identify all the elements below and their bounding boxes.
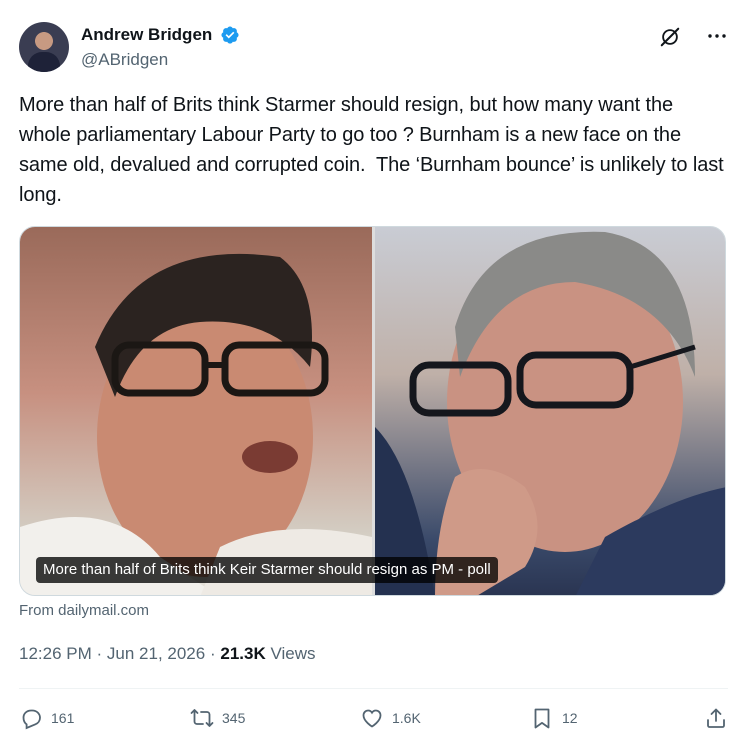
right-portrait-image bbox=[375, 231, 725, 595]
link-card[interactable]: More than half of Brits think Keir Starm… bbox=[19, 226, 726, 596]
tweet-date[interactable]: Jun 21, 2026 bbox=[107, 644, 205, 663]
reply-button[interactable]: 161 bbox=[19, 704, 74, 732]
share-icon bbox=[707, 708, 725, 728]
repost-button[interactable]: 345 bbox=[190, 704, 245, 732]
tweet-text: More than half of Brits think Starmer sh… bbox=[19, 94, 730, 206]
views-label: Views bbox=[270, 644, 316, 663]
action-bar: 161 345 1.6K 12 bbox=[19, 704, 728, 732]
card-caption: More than half of Brits think Keir Starm… bbox=[36, 557, 498, 583]
author-handle[interactable]: @ABridgen bbox=[81, 49, 240, 71]
like-count: 1.6K bbox=[392, 710, 421, 726]
tweet-time[interactable]: 12:26 PM bbox=[19, 644, 92, 663]
divider bbox=[19, 688, 728, 689]
bookmark-button[interactable]: 12 bbox=[530, 704, 578, 732]
meta-separator: · bbox=[96, 644, 103, 663]
share-button[interactable] bbox=[704, 704, 728, 732]
tweet-header: Andrew Bridgen @ABridgen bbox=[19, 22, 733, 74]
card-source[interactable]: From dailymail.com bbox=[19, 602, 149, 619]
grok-icon[interactable] bbox=[659, 26, 681, 48]
reply-icon bbox=[22, 709, 41, 730]
repost-icon bbox=[190, 709, 214, 727]
like-button[interactable]: 1.6K bbox=[360, 704, 421, 732]
repost-count: 345 bbox=[222, 710, 246, 726]
bookmark-count: 12 bbox=[562, 710, 578, 726]
meta-separator: · bbox=[209, 644, 216, 663]
tweet-meta: 12:26 PM · Jun 21, 2026 · 21.3K Views bbox=[19, 644, 316, 664]
views-count: 21.3K bbox=[220, 644, 266, 663]
card-photo-right bbox=[375, 227, 725, 595]
bookmark-icon bbox=[534, 708, 550, 729]
author-display-name[interactable]: Andrew Bridgen bbox=[81, 24, 212, 46]
reply-count: 161 bbox=[51, 710, 75, 726]
card-photo-left bbox=[20, 227, 372, 595]
avatar[interactable] bbox=[19, 22, 69, 72]
verified-badge-icon bbox=[221, 26, 239, 44]
author-block: Andrew Bridgen @ABridgen bbox=[81, 24, 240, 71]
more-icon[interactable] bbox=[705, 24, 729, 48]
like-icon bbox=[362, 709, 382, 728]
left-portrait-image bbox=[20, 253, 372, 595]
